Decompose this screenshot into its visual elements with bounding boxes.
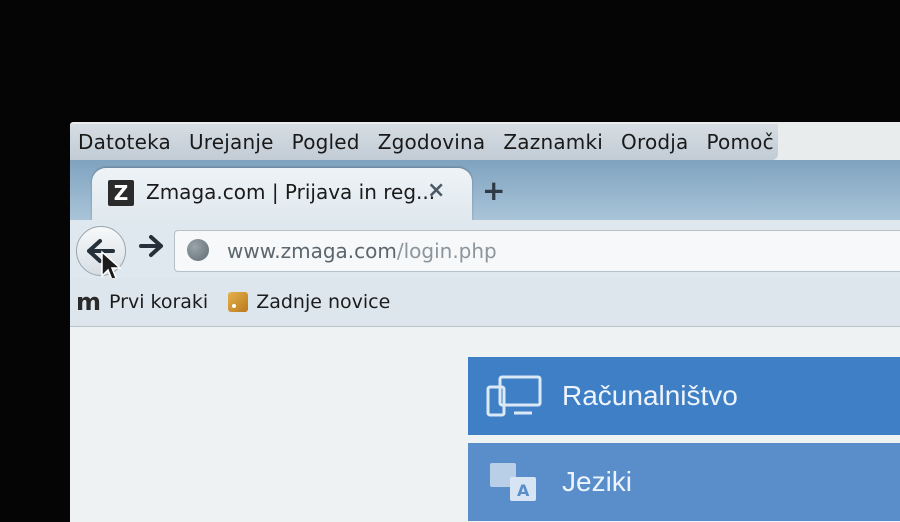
computer-monitor-icon [486,375,542,417]
forward-arrow-icon [139,235,163,257]
bookmark-prvi-koraki[interactable]: m Prvi koraki [76,288,208,316]
menu-datoteka[interactable]: Datoteka [78,130,171,154]
menu-pomoc[interactable]: Pomoč [707,130,774,154]
svg-text:A: A [517,481,530,500]
navigation-bar: www.zmaga.com/login.php [70,220,900,282]
bookmark-label: Prvi koraki [109,291,209,313]
bookmark-zadnje-novice[interactable]: Zadnje novice [214,291,390,313]
category-label: Jeziki [562,466,633,497]
menu-zaznamki[interactable]: Zaznamki [503,130,603,154]
category-jeziki[interactable]: A Jeziki [468,443,900,521]
tab-title: Zmaga.com | Prijava in reg... [146,180,436,204]
menu-orodja[interactable]: Orodja [621,130,688,154]
browser-window: Datoteka Urejanje Pogled Zgodovina Zazna… [70,122,900,522]
rss-icon [228,292,249,312]
bookmarks-toolbar: m Prvi koraki Zadnje novice [70,278,900,327]
new-tab-button[interactable]: + [482,174,505,207]
category-label: Računalništvo [562,380,738,411]
page-content: Računalništvo A Jeziki [70,327,900,522]
category-racunalnistvo[interactable]: Računalništvo [468,357,900,435]
tab-zmaga[interactable]: Z Zmaga.com | Prijava in reg... × [92,168,472,222]
close-tab-icon[interactable]: × [427,178,445,203]
menu-bar: Datoteka Urejanje Pogled Zgodovina Zazna… [70,124,778,160]
forward-button[interactable] [138,234,164,264]
url-path: /login.php [396,239,497,263]
address-bar[interactable]: www.zmaga.com/login.php [174,230,900,272]
menu-zgodovina[interactable]: Zgodovina [378,130,486,154]
url-host: www.zmaga.com [227,239,397,263]
globe-icon [187,239,209,261]
tab-strip: Z Zmaga.com | Prijava in reg... × + [70,160,900,222]
bookmark-label: Zadnje novice [256,291,391,313]
url-text: www.zmaga.com/login.php [227,239,497,263]
menu-urejanje[interactable]: Urejanje [189,130,274,154]
mozilla-m-icon: m [76,288,102,316]
translate-icon: A [490,463,536,501]
menu-pogled[interactable]: Pogled [292,130,360,154]
zmaga-favicon-icon: Z [108,180,134,206]
